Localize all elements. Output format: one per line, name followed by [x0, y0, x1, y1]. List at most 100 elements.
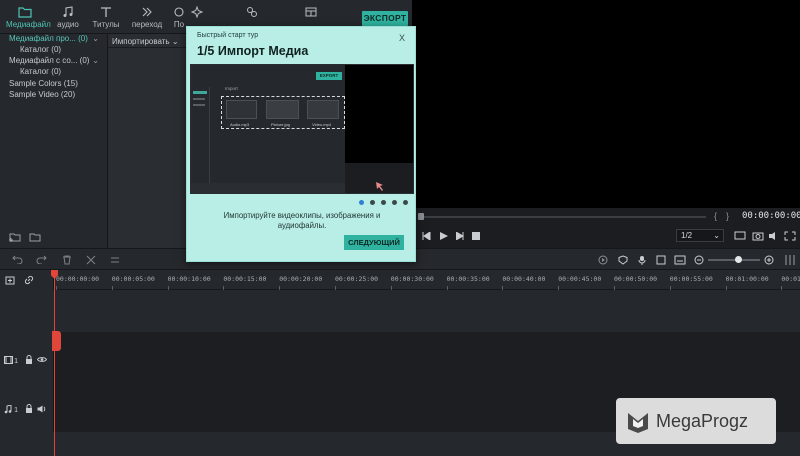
transition-icon	[142, 7, 152, 17]
zoom-select[interactable]: 1/2 ⌄	[676, 229, 724, 242]
video-track-lane[interactable]	[54, 332, 800, 388]
step-dot[interactable]	[392, 200, 397, 205]
watermark: MegaProgz	[616, 398, 776, 444]
music-note-icon	[63, 6, 73, 17]
speaker-icon[interactable]	[37, 405, 47, 413]
step-dot[interactable]	[403, 200, 408, 205]
export-button[interactable]: ЭКСПОРТ	[362, 11, 408, 26]
chevron-down-icon: ⌄	[171, 37, 179, 46]
next-button[interactable]: СЛЕДУЮЩИЙ	[344, 235, 404, 250]
add-folder-icon[interactable]	[9, 232, 21, 242]
volume-icon[interactable]	[768, 231, 780, 241]
preview-window	[412, 0, 800, 208]
microphone-icon[interactable]	[637, 255, 647, 265]
grid-icon[interactable]	[784, 254, 796, 266]
chevron-down-icon[interactable]: ⌄	[92, 34, 99, 43]
tab-titles-label: Титулы	[92, 20, 120, 29]
text-icon	[101, 7, 111, 17]
undo-icon[interactable]	[12, 255, 23, 264]
lock-icon[interactable]	[25, 404, 33, 413]
ruler-tick-label: 00:00:55:00	[669, 275, 713, 283]
library-item-folder[interactable]: Каталог (0)	[20, 45, 61, 54]
camera-icon[interactable]	[752, 231, 764, 241]
audio-track-number: 1	[14, 405, 19, 414]
library-item-project-media[interactable]: Медиафайл про... (0)	[9, 34, 88, 43]
render-icon[interactable]	[598, 255, 608, 265]
trash-icon[interactable]	[62, 255, 72, 265]
music-note-icon	[4, 405, 12, 414]
tab-sparkle[interactable]	[190, 6, 204, 20]
tab-split-screen[interactable]	[304, 6, 318, 20]
video-track-number: 1	[14, 356, 19, 365]
ruler-tick-label: 00:00:15:00	[223, 275, 267, 283]
step-dot[interactable]	[370, 200, 375, 205]
stop-icon[interactable]	[472, 232, 480, 240]
split-screen-icon	[305, 7, 317, 17]
subtitles-icon[interactable]	[674, 255, 686, 265]
film-icon	[4, 356, 13, 364]
library-item-folder[interactable]: Каталог (0)	[20, 67, 61, 76]
voiceover-icon[interactable]	[656, 255, 666, 265]
tab-transition[interactable]: переход	[130, 6, 164, 29]
eye-icon[interactable]	[37, 356, 47, 363]
library-item-shared-media[interactable]: Медиафайл с со... (0)	[9, 56, 89, 65]
tab-audio-label: аудио	[57, 20, 79, 29]
chevron-down-icon: ⌄	[713, 231, 720, 240]
ruler-tick-label: 00:01:00:00	[725, 275, 769, 283]
step-dot[interactable]	[381, 200, 386, 205]
folder-icon[interactable]	[29, 232, 41, 242]
zoom-slider[interactable]	[708, 259, 760, 261]
ruler-tick-label: 00:00:05:00	[111, 275, 155, 283]
ruler-tick-label: 00:00:40:00	[502, 275, 546, 283]
ruler-tick-label: 00:00:20:00	[279, 275, 323, 283]
folder-icon	[18, 7, 32, 18]
ruler-tick-label: 00:00:30:00	[390, 275, 434, 283]
video-track-header: 1	[0, 332, 54, 388]
library-item-sample-video[interactable]: Sample Video (20)	[9, 90, 75, 99]
quick-start-dialog: Быстрый старт тур X 1/5 Импорт Медиа EXP…	[186, 26, 416, 262]
zoom-in-icon[interactable]	[764, 255, 774, 265]
lock-icon[interactable]	[25, 355, 33, 364]
cut-icon[interactable]	[86, 255, 96, 265]
zoom-slider-handle[interactable]	[735, 256, 742, 263]
step-back-icon[interactable]	[422, 232, 431, 240]
preview-scrubber[interactable]	[420, 216, 706, 218]
watermark-logo-icon	[628, 413, 648, 433]
ruler-tick-label: 00:00:35:00	[446, 275, 490, 283]
tab-media-label: Медиафайл	[6, 20, 51, 29]
adjust-icon[interactable]	[110, 255, 120, 265]
tab-effects[interactable]: По	[172, 6, 186, 29]
import-label: Импортировать	[112, 37, 170, 46]
redo-icon[interactable]	[36, 255, 47, 264]
watermark-text: MegaProgz	[656, 411, 749, 431]
ruler-tick-label: 00:00:00:00	[56, 275, 100, 283]
play-icon[interactable]	[440, 232, 448, 240]
tab-audio[interactable]: аудио	[54, 6, 82, 29]
tab-elements[interactable]	[245, 6, 259, 20]
tab-media[interactable]: Медиафайл	[6, 6, 51, 29]
zoom-out-icon[interactable]	[694, 255, 704, 265]
media-library-panel: Медиафайл про... (0) ⌄ Каталог (0) Медиа…	[0, 34, 108, 248]
tab-titles[interactable]: Титулы	[90, 6, 122, 29]
library-item-sample-colors[interactable]: Sample Colors (15)	[9, 79, 78, 88]
audio-track-header: 1	[0, 388, 54, 432]
empty-track-area	[0, 290, 800, 332]
scrubber-handle[interactable]	[418, 213, 424, 220]
shield-icon[interactable]	[618, 255, 628, 265]
ruler-tick-label: 00:00:10:00	[167, 275, 211, 283]
playhead-marker[interactable]	[52, 331, 61, 351]
ruler-tick-label: 00:01:05:00	[781, 275, 800, 283]
mark-out-icon[interactable]: }	[726, 211, 729, 221]
tab-effects-label: По	[173, 20, 185, 29]
mark-in-icon[interactable]: {	[714, 211, 717, 221]
next-frame-icon[interactable]	[456, 232, 464, 240]
elements-icon	[247, 7, 257, 17]
ruler-tick-label: 00:00:45:00	[558, 275, 602, 283]
screen-icon[interactable]	[734, 231, 746, 241]
chevron-down-icon[interactable]: ⌄	[92, 56, 99, 65]
fullscreen-icon[interactable]	[784, 231, 796, 241]
playhead-line[interactable]	[54, 270, 55, 456]
step-dot[interactable]	[359, 200, 364, 205]
import-dropdown[interactable]: Импортировать ⌄	[112, 37, 179, 46]
ruler-tick-label: 00:00:25:00	[335, 275, 379, 283]
